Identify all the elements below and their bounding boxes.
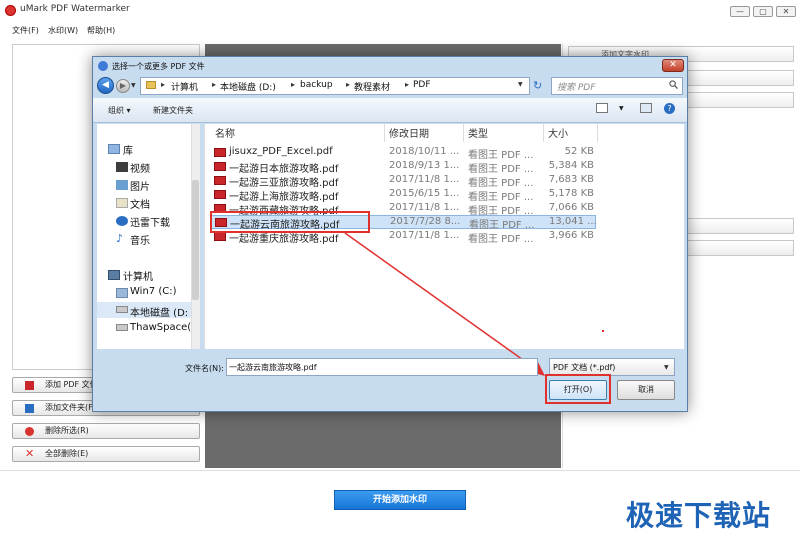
cancel-button[interactable]: 取消: [617, 380, 675, 400]
filename-label: 文件名(N):: [185, 364, 224, 373]
filename-value: 一起游云南旅游攻略.pdf: [229, 363, 317, 372]
highlight-open-button: [545, 374, 611, 404]
filetype-value: PDF 文档 (*.pdf): [553, 363, 616, 372]
annotation-arrow: [344, 232, 604, 376]
chevron-down-icon[interactable]: ▼: [664, 364, 669, 371]
